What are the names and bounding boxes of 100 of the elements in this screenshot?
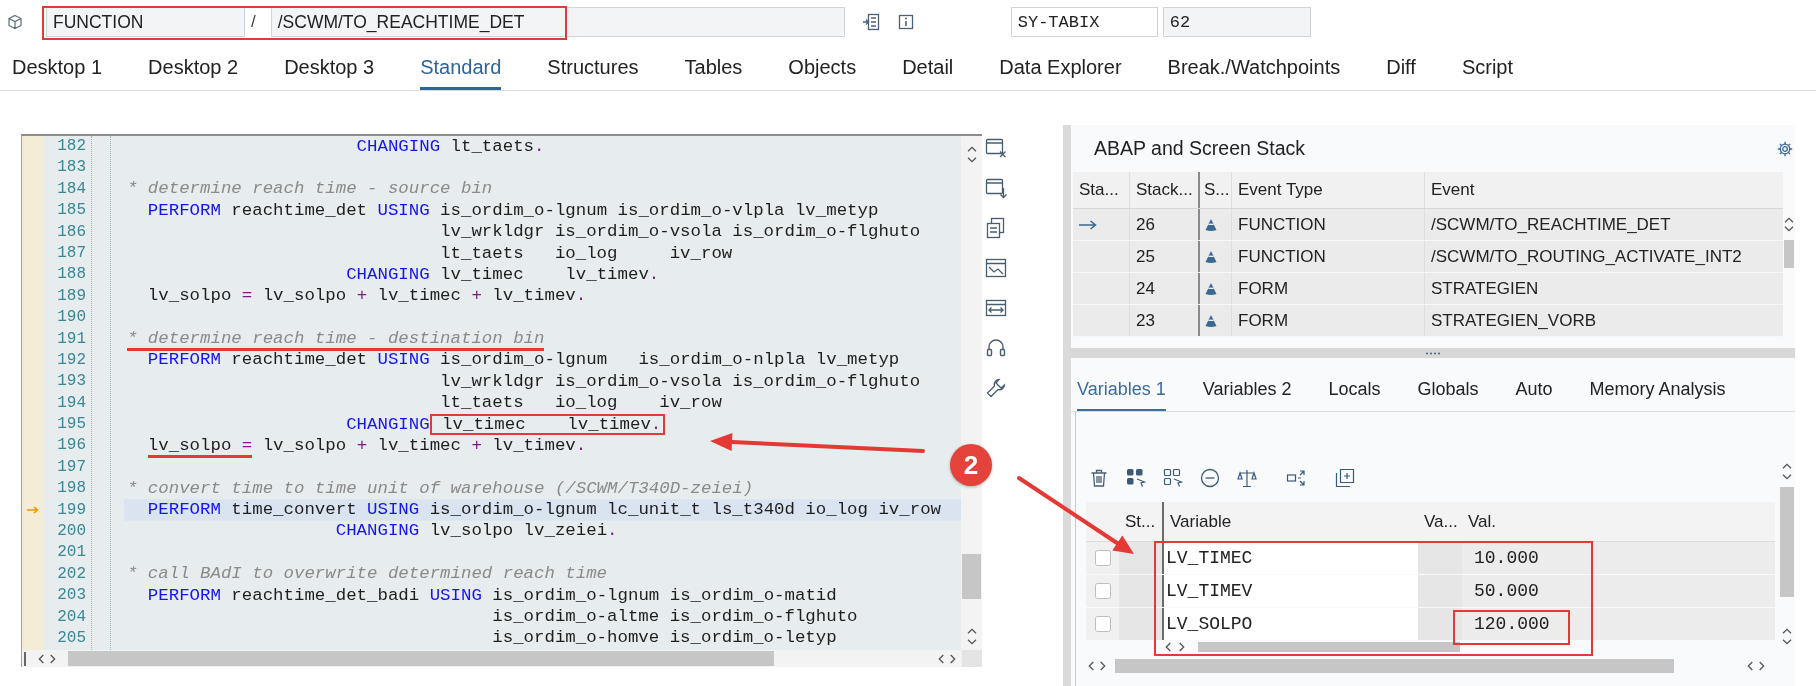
line-number: 184	[57, 178, 86, 200]
tab[interactable]: Objects	[788, 44, 857, 90]
column-header[interactable]: Va...	[1418, 502, 1462, 541]
scroll-up-icon[interactable]	[1782, 463, 1792, 469]
scroll-down-icon[interactable]	[1782, 639, 1792, 645]
checkbox[interactable]	[1094, 616, 1111, 632]
grid-cursor-icon[interactable]	[1126, 468, 1146, 488]
scrollbar-thumb[interactable]	[1198, 642, 1460, 652]
table-row[interactable]: 25 FUNCTION /SCWM/TO_ROUTING_ACTIVATE_INT2	[1073, 241, 1783, 273]
grip-icon[interactable]	[1425, 351, 1441, 355]
document-arrow-icon[interactable]	[861, 13, 880, 31]
window-chart-icon[interactable]	[985, 257, 1007, 279]
variable-value-field[interactable]: 62	[1162, 7, 1311, 37]
scroll-down-icon[interactable]	[1784, 226, 1794, 232]
splitter-handle[interactable]	[1063, 125, 1071, 686]
program-type-field[interactable]: FUNCTION	[46, 7, 245, 37]
tab[interactable]: Diff	[1386, 44, 1416, 90]
outline-grid-cursor-icon[interactable]	[1163, 468, 1183, 488]
column-header[interactable]: S...	[1200, 172, 1232, 208]
scroll-up-icon[interactable]	[966, 146, 977, 152]
table-cell-text: STRATEGIEN	[1430, 277, 1540, 300]
scroll-right-icon[interactable]	[1100, 661, 1106, 671]
scroll-right-icon[interactable]	[950, 653, 956, 664]
column-header[interactable]: Variable	[1162, 502, 1418, 541]
code-line: lv_wrkldgr is_ordim_o-vsola is_ordim_o-flghuto	[439, 372, 922, 391]
tab[interactable]: Globals	[1417, 360, 1479, 411]
scroll-down-icon[interactable]	[966, 157, 977, 163]
add-box-icon[interactable]	[1335, 468, 1355, 488]
box-arrows-icon[interactable]	[1286, 468, 1306, 488]
scroll-left-icon[interactable]	[1165, 642, 1171, 652]
tab[interactable]: Structures	[547, 44, 639, 90]
scroll-down-icon[interactable]	[966, 639, 977, 645]
panel-title: ABAP and Screen Stack	[1094, 137, 1305, 160]
scrollbar-thumb[interactable]	[1780, 487, 1794, 597]
scroll-up-icon[interactable]	[966, 628, 977, 634]
scroll-left-icon[interactable]	[1747, 661, 1753, 671]
scales-icon[interactable]	[1237, 468, 1257, 488]
line-number: 194	[57, 392, 86, 414]
column-header[interactable]: Event	[1425, 172, 1783, 208]
program-name-field[interactable]: /SCWM/TO_REACHTIME_DET	[270, 7, 845, 37]
tab[interactable]: Memory Analysis	[1589, 360, 1726, 411]
tab[interactable]: Auto	[1515, 360, 1553, 411]
table-row[interactable]: 24 FORM STRATEGIEN	[1073, 273, 1783, 305]
variable-name-field[interactable]: SY-TABIX	[1010, 7, 1158, 37]
vertical-scrollbar[interactable]	[961, 136, 982, 650]
column-header[interactable]: Sta...	[1073, 172, 1130, 208]
tab[interactable]: Tables	[684, 44, 743, 90]
scrollbar-thumb[interactable]	[1784, 240, 1794, 268]
scrollbar-thumb[interactable]	[962, 554, 981, 599]
table-cell-text: /SCWM/TO_REACHTIME_DET	[1430, 213, 1672, 236]
tab[interactable]: Desktop 1	[12, 44, 103, 90]
tab[interactable]: Standard	[420, 44, 502, 90]
settings-icon[interactable]	[1777, 140, 1793, 157]
window-arrow-icon[interactable]	[985, 177, 1007, 199]
window-x-icon[interactable]	[985, 137, 1007, 159]
table-row[interactable]: 23 FORM STRATEGIEN_VORB	[1073, 305, 1783, 337]
splitter-handle[interactable]	[1071, 348, 1795, 358]
table-row[interactable]: LV_SOLPO 120.000	[1086, 608, 1775, 641]
code-line: is_ordim_o-homve is_ordim_o-letyp	[491, 629, 838, 648]
code-line: lt_taets io_log iv_row	[439, 244, 734, 263]
tab[interactable]: Locals	[1328, 360, 1381, 411]
scrollbar-thumb[interactable]	[1115, 659, 1674, 673]
table-row[interactable]: 26 FUNCTION /SCWM/TO_REACHTIME_DET	[1073, 209, 1783, 241]
checkbox[interactable]	[1094, 550, 1111, 566]
code-line: * determine reach time - destination bin	[126, 330, 546, 349]
scroll-right-icon[interactable]	[50, 653, 56, 664]
table-row[interactable]: LV_TIMEV 50.000	[1086, 575, 1775, 608]
info-icon[interactable]	[896, 13, 915, 31]
scroll-right-icon[interactable]	[1179, 642, 1185, 652]
column-header[interactable]: Val.	[1462, 502, 1775, 541]
tab[interactable]: Desktop 3	[284, 44, 375, 90]
tab[interactable]: Break./Watchpoints	[1167, 44, 1341, 90]
minus-circle-icon[interactable]	[1200, 468, 1220, 488]
tab[interactable]: Script	[1461, 44, 1513, 90]
scrollbar-thumb[interactable]	[68, 651, 774, 666]
tab[interactable]: Detail	[902, 44, 954, 90]
code-line: lv_solpo = lv_solpo + lv_timec + lv_timev.	[146, 287, 588, 306]
checkbox[interactable]	[1094, 583, 1111, 599]
window-arrows-icon[interactable]	[985, 297, 1007, 319]
scroll-up-icon[interactable]	[1784, 217, 1794, 223]
code-line: CHANGING lt_taets.	[355, 137, 546, 156]
scroll-left-icon[interactable]	[1088, 661, 1094, 671]
line-number: 201	[57, 542, 86, 564]
tab[interactable]: Variables 2	[1202, 360, 1292, 411]
trash-icon[interactable]	[1089, 468, 1109, 488]
scroll-right-icon[interactable]	[1759, 661, 1765, 671]
column-header[interactable]: St...	[1119, 502, 1162, 541]
tab[interactable]: Variables 1	[1077, 360, 1166, 411]
scroll-down-icon[interactable]	[1782, 474, 1792, 480]
scroll-left-icon[interactable]	[938, 653, 944, 664]
scroll-up-icon[interactable]	[1782, 628, 1792, 634]
tab[interactable]: Data Explorer	[999, 44, 1122, 90]
table-row[interactable]: LV_TIMEC 10.000	[1086, 542, 1775, 575]
headset-icon[interactable]	[985, 337, 1007, 359]
scroll-left-icon[interactable]	[38, 653, 44, 664]
horizontal-scrollbar[interactable]	[22, 650, 982, 667]
documents-icon[interactable]	[985, 217, 1007, 239]
column-header[interactable]: Event Type	[1232, 172, 1425, 208]
tab[interactable]: Desktop 2	[148, 44, 239, 90]
wrench-icon[interactable]	[985, 377, 1007, 399]
